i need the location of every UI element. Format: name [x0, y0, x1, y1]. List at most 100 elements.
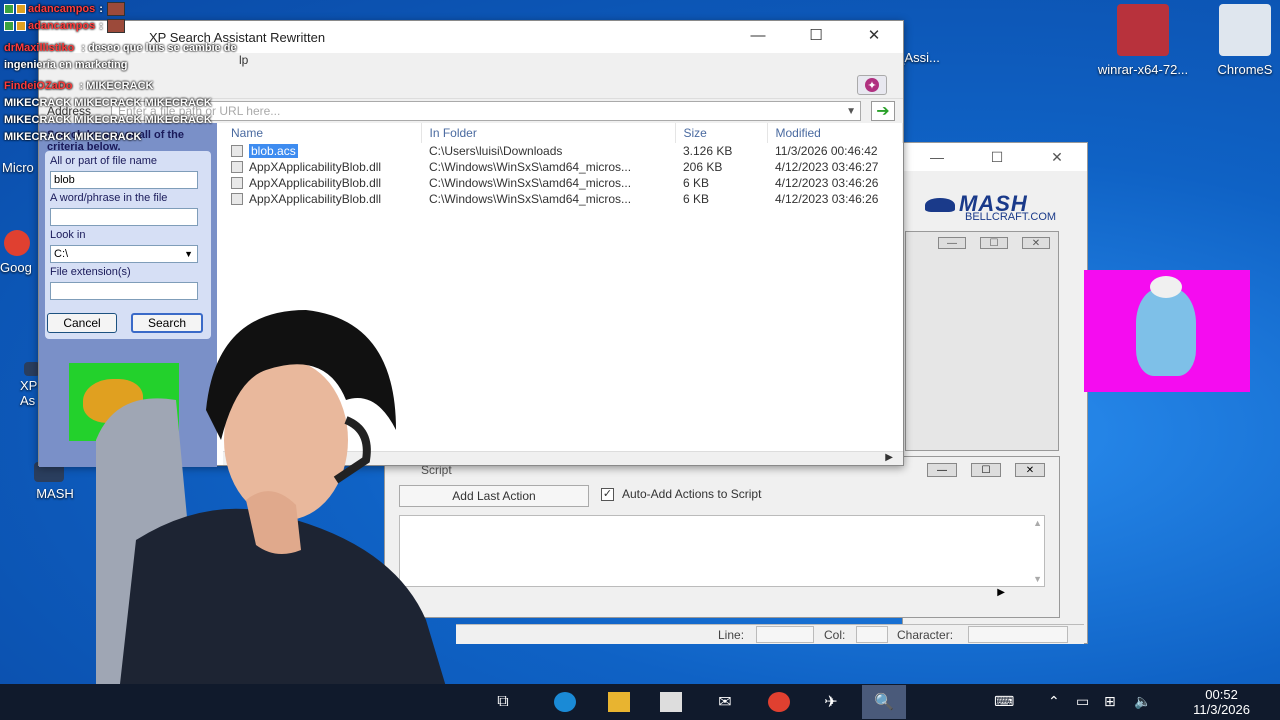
stream-chat-overlay: adancampos : adancampos : drMaxillistiko… — [0, 0, 250, 146]
table-row[interactable]: blob.acs C:\Users\luisi\Downloads 3.126 … — [223, 143, 903, 159]
task-view-icon[interactable]: ⧉ — [492, 692, 514, 712]
chat-message: drMaxillistiko : deseo que luis se cambi… — [0, 34, 250, 74]
mash-character-pane: — ☐ ✕ — [905, 231, 1059, 451]
result-modified-cell: 11/3/2026 00:46:42 — [775, 144, 878, 158]
desktop-icon-label: ChromeS — [1217, 62, 1273, 77]
minimize-icon[interactable]: — — [938, 237, 966, 249]
desktop-icon-mash[interactable]: MASH — [0, 462, 110, 501]
file-explorer-icon[interactable] — [608, 692, 630, 712]
column-header-folder[interactable]: In Folder — [421, 123, 676, 143]
minimize-icon[interactable]: — — [927, 463, 957, 477]
chevron-down-icon[interactable]: ▼ — [846, 106, 856, 117]
result-name-cell: blob.acs — [223, 143, 421, 159]
dll-file-icon — [231, 193, 243, 205]
chrome-icon[interactable] — [768, 692, 790, 712]
column-header-name[interactable]: Name — [223, 123, 422, 143]
extension-label: File extension(s) — [50, 266, 131, 278]
maximize-icon[interactable]: ☐ — [971, 463, 1001, 477]
result-folder-cell: C:\Windows\WinSxS\amd64_micros... — [429, 160, 632, 174]
chat-message: adancampos : — [0, 0, 250, 17]
scroll-down-icon[interactable]: ▼ — [1033, 574, 1042, 584]
result-folder-cell: C:\Windows\WinSxS\amd64_micros... — [429, 192, 632, 206]
clock[interactable]: 00:52 11/3/2026 — [1193, 687, 1250, 717]
chat-message: adancampos : — [0, 17, 250, 34]
status-line-value — [756, 626, 814, 643]
dll-file-icon — [231, 177, 243, 189]
system-tray: ⌨ ⌃ ▭ ⊞ 🔈 00:52 11/3/2026 — [980, 684, 1280, 720]
desktop-icon-partial-google[interactable]: Goog — [0, 230, 40, 275]
result-size-cell: 6 KB — [683, 176, 710, 190]
webcam-overlay — [96, 310, 456, 720]
battery-icon[interactable]: ▭ — [1076, 693, 1089, 710]
close-icon[interactable]: ✕ — [1022, 237, 1050, 249]
table-row[interactable]: AppXApplicabilityBlob.dll C:\Windows\Win… — [223, 191, 903, 207]
mod-badge-icon — [4, 3, 14, 14]
chat-username: adancampos — [28, 19, 96, 32]
mash-taskbar-icon[interactable]: ✈ — [820, 692, 842, 712]
chevron-down-icon[interactable]: ▼ — [184, 249, 193, 259]
minimize-icon[interactable]: — — [907, 149, 967, 165]
genie-body — [1136, 288, 1196, 376]
status-col-label: Col: — [824, 628, 846, 642]
edge-icon[interactable] — [554, 692, 576, 712]
window-controls: — ☐ ✕ — [729, 21, 903, 49]
result-size-cell: 6 KB — [683, 192, 710, 206]
assistant-icon: ✦ — [865, 78, 879, 92]
status-line-label: Line: — [718, 628, 745, 642]
column-header-modified[interactable]: Modified — [767, 123, 903, 143]
maximize-icon[interactable]: ☐ — [980, 237, 1008, 249]
chat-username: drMaxillistiko — [4, 42, 75, 54]
lookin-select[interactable]: C:\ ▼ — [50, 245, 198, 263]
go-arrow-icon[interactable]: ➔ — [871, 101, 895, 121]
filename-input[interactable]: blob — [50, 171, 198, 189]
desktop-icon-partial-micro[interactable]: Micro — [2, 160, 42, 175]
dll-file-icon — [231, 161, 243, 173]
maximize-icon[interactable]: ☐ — [787, 21, 845, 49]
taskbar: ⧉ ✉ ✈ 🔍 ⌨ ⌃ ▭ ⊞ 🔈 00:52 11/3/2026 — [0, 684, 1280, 720]
genie-character-preview — [1084, 270, 1250, 392]
results-table: Name In Folder Size Modified blob.acs C:… — [223, 123, 903, 207]
desktop-icon-winrar[interactable]: winrar-x64-72... — [1088, 4, 1198, 77]
result-name-cell: AppXApplicabilityBlob.dll — [223, 191, 421, 207]
mod-badge-icon — [4, 20, 14, 31]
network-icon[interactable]: ⊞ — [1104, 693, 1116, 710]
clock-time: 00:52 — [1205, 687, 1238, 702]
desktop-icon-label: Micro — [2, 160, 34, 175]
chevron-up-icon[interactable]: ⌃ — [1048, 693, 1060, 710]
assistant-button[interactable]: ✦ — [857, 75, 887, 95]
desktop-icon-label: Goog — [0, 260, 32, 275]
volume-icon[interactable]: 🔈 — [1134, 693, 1151, 710]
phrase-input[interactable] — [50, 208, 198, 226]
scroll-right-icon[interactable]: ▶ — [997, 587, 1005, 598]
script-editor[interactable]: ▲ ▼ — [399, 515, 1045, 587]
search-assistant-taskbar-icon[interactable]: 🔍 — [862, 685, 906, 719]
chat-username: adancampos — [28, 2, 96, 15]
sub-badge-icon — [16, 20, 26, 31]
result-modified-cell: 4/12/2023 03:46:26 — [775, 176, 879, 190]
column-header-size[interactable]: Size — [675, 123, 768, 143]
minimize-icon[interactable]: — — [729, 21, 787, 49]
lookin-value: C:\ — [54, 248, 69, 260]
result-folder-cell: C:\Users\luisi\Downloads — [429, 144, 563, 158]
scroll-right-icon[interactable]: ▶ — [885, 452, 893, 463]
google-icon — [4, 230, 30, 256]
mail-icon[interactable]: ✉ — [714, 692, 736, 712]
store-icon[interactable] — [660, 692, 682, 712]
table-row[interactable]: AppXApplicabilityBlob.dll C:\Windows\Win… — [223, 175, 903, 191]
filename-label: All or part of file name — [50, 155, 157, 167]
close-icon[interactable]: ✕ — [1027, 149, 1087, 166]
mash-subtitle: BELLCRAFT.COM — [965, 211, 1057, 223]
maximize-icon[interactable]: ☐ — [967, 149, 1027, 166]
script-hscrollbar[interactable]: ▶ — [399, 587, 1045, 601]
auto-add-checkbox[interactable]: ✓ Auto-Add Actions to Script — [601, 487, 761, 501]
winrar-icon — [1117, 4, 1169, 56]
keyboard-icon[interactable]: ⌨ — [994, 693, 1014, 710]
bat-icon — [925, 198, 955, 213]
scroll-up-icon[interactable]: ▲ — [1033, 518, 1042, 528]
desktop-icon-chrome-setup[interactable]: ChromeS — [1200, 4, 1280, 77]
close-icon[interactable]: ✕ — [1015, 463, 1045, 477]
checkbox-check-icon[interactable]: ✓ — [601, 487, 614, 501]
close-icon[interactable]: ✕ — [845, 21, 903, 49]
table-row[interactable]: AppXApplicabilityBlob.dll C:\Windows\Win… — [223, 159, 903, 175]
result-modified-cell: 4/12/2023 03:46:27 — [775, 160, 879, 174]
